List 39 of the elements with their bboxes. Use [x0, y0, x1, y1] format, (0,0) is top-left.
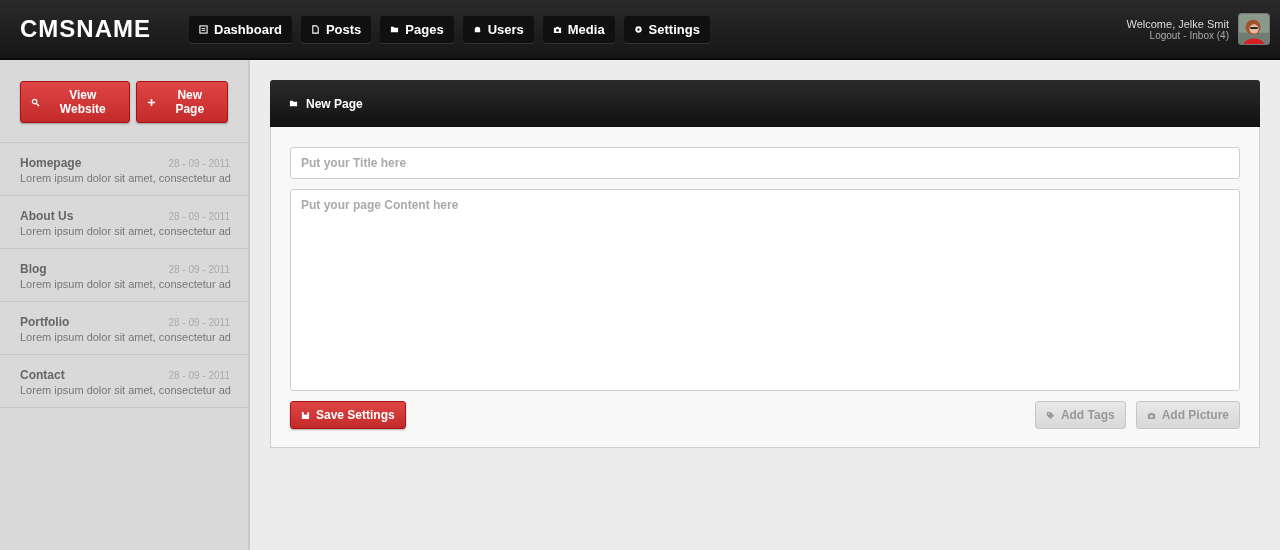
welcome-text: Welcome, Jelke Smit [1126, 17, 1229, 30]
inbox-link[interactable]: Inbox (4) [1189, 29, 1229, 41]
logout-link[interactable]: Logout [1149, 29, 1181, 41]
document-icon [310, 24, 320, 34]
view-website-button[interactable]: View Website [20, 81, 131, 123]
nav-button[interactable]: Dashboard [189, 15, 292, 43]
calendar-icon [199, 24, 208, 34]
nav-button[interactable]: Media [542, 15, 615, 43]
camera-icon [1146, 410, 1156, 420]
nav-button[interactable]: Posts [300, 15, 372, 43]
page-excerpt: Lorem ipsum dolor sit amet, consectetur ad [20, 384, 230, 396]
user-icon [472, 24, 482, 34]
folder-icon [390, 24, 400, 34]
save-settings-button[interactable]: Save Settings [290, 401, 406, 429]
page-excerpt: Lorem ipsum dolor sit amet, consectetur ad [20, 278, 230, 290]
camera-icon [552, 24, 562, 34]
tag-icon [1045, 410, 1055, 420]
page-title: Contact [20, 368, 65, 382]
page-title: Portfolio [20, 315, 70, 329]
nav-button[interactable]: Users [462, 15, 534, 43]
page-excerpt: Lorem ipsum dolor sit amet, consectetur ad [20, 225, 230, 237]
page-title: Homepage [20, 156, 82, 170]
panel-title: New Page [306, 96, 363, 111]
plus-icon [147, 97, 157, 107]
content-field[interactable]: Put your page Content here [290, 189, 1240, 391]
page-title: About Us [20, 209, 74, 223]
nav-button[interactable]: Pages [380, 15, 454, 43]
separator: - [1183, 29, 1187, 41]
nav-button[interactable]: Settings [623, 15, 710, 43]
page-excerpt: Lorem ipsum dolor sit amet, consectetur ad [20, 331, 230, 343]
new-page-button[interactable]: New Page [136, 81, 228, 123]
floppy-icon [301, 410, 310, 420]
logo: CMSNAME [20, 15, 152, 43]
settings-icon [633, 24, 643, 34]
page-excerpt: Lorem ipsum dolor sit amet, consectetur ad [20, 172, 230, 184]
folder-icon [289, 99, 298, 108]
page-title: Blog [20, 262, 47, 276]
search-icon [31, 97, 40, 107]
title-field[interactable]: Put your Title here [290, 147, 1240, 179]
